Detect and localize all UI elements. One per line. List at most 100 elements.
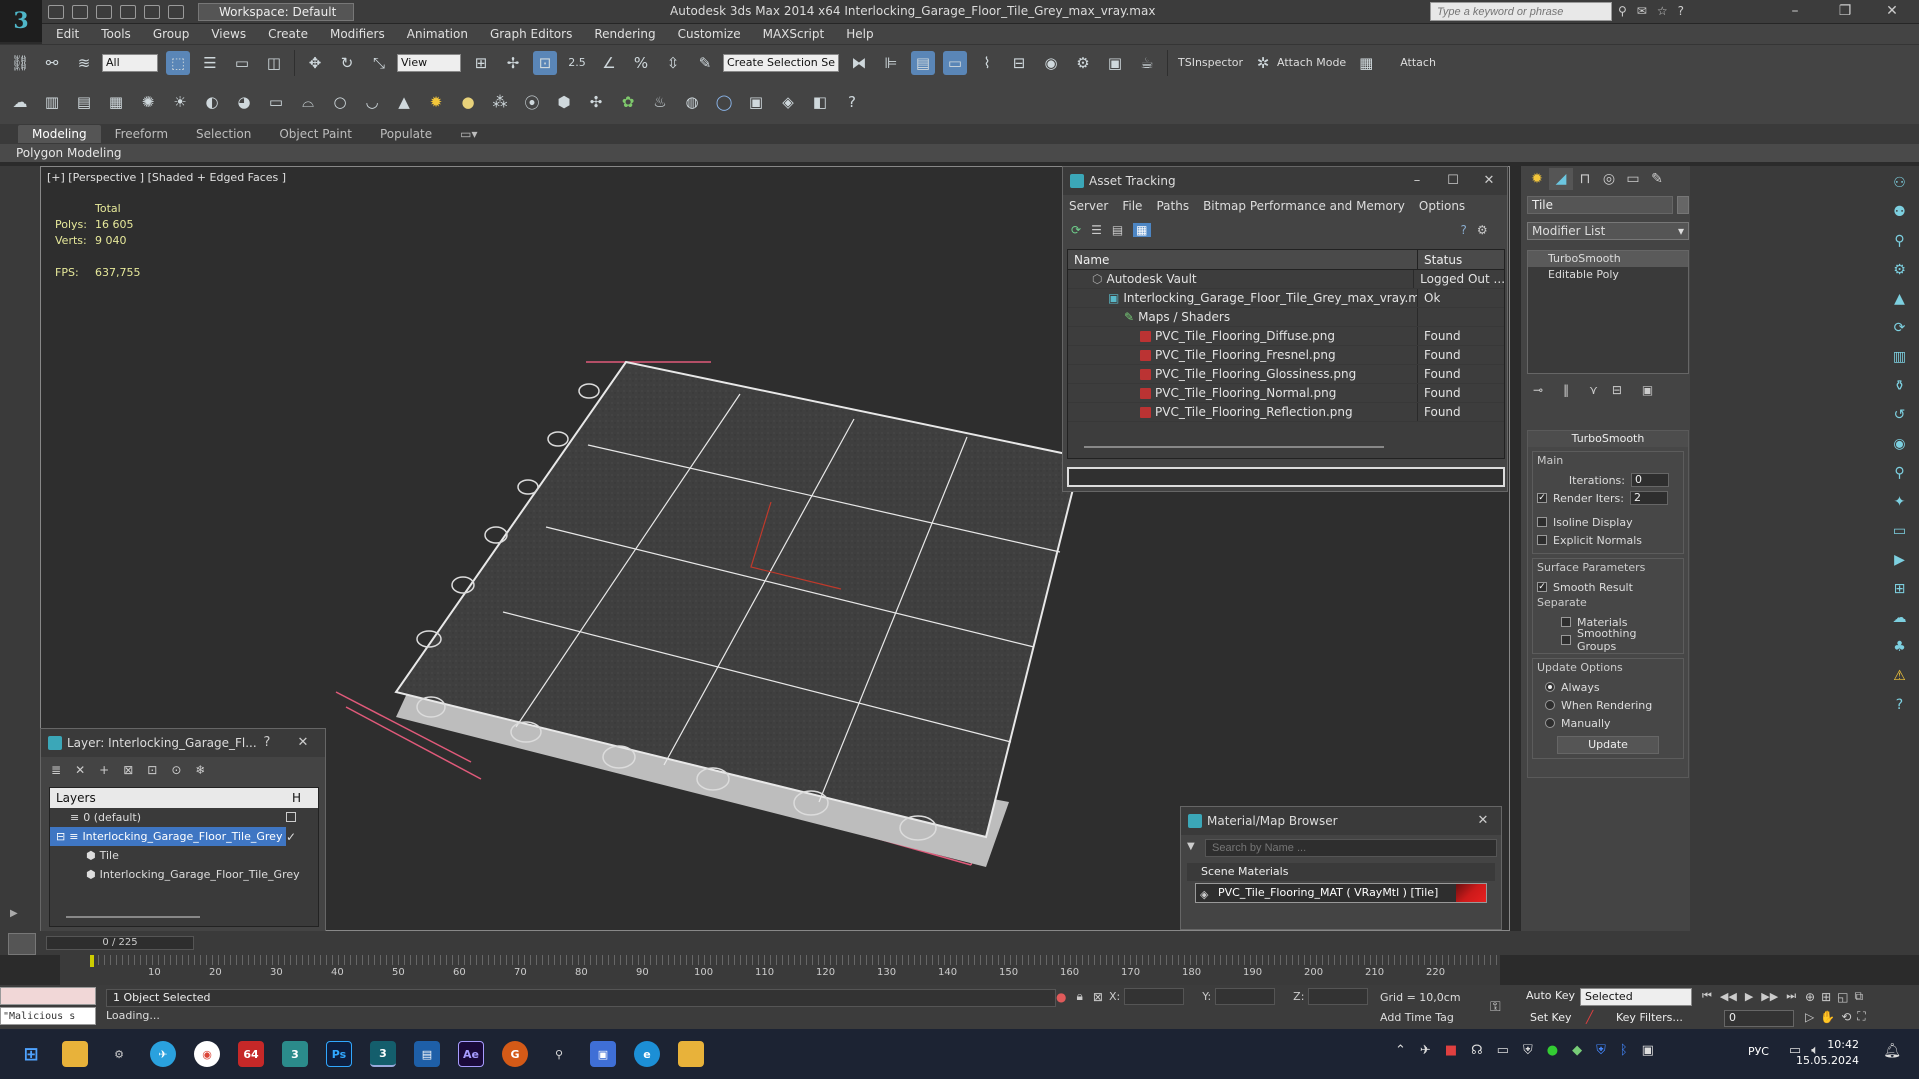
table-row[interactable]: ▣ Interlocking_Garage_Floor_Tile_Grey_max…: [1068, 289, 1504, 308]
sun-icon[interactable]: ✹: [424, 90, 448, 114]
checker-icon[interactable]: ▦: [1354, 51, 1378, 75]
edit-named-sel-icon[interactable]: ✎: [693, 51, 717, 75]
lock-icon[interactable]: 🔒︎: [1076, 989, 1082, 1004]
undo-icon[interactable]: [120, 5, 136, 19]
help-icon[interactable]: ?: [1678, 4, 1684, 18]
explicit-normals-checkbox[interactable]: [1537, 535, 1547, 545]
scene-explorer-icon[interactable]: ▥: [40, 90, 64, 114]
menu-server[interactable]: Server: [1069, 199, 1108, 213]
maxscript-listener-top[interactable]: [0, 987, 96, 1005]
refresh-icon[interactable]: ⟳: [1889, 317, 1911, 339]
menu-views[interactable]: Views: [211, 27, 246, 41]
hair-icon[interactable]: ♨: [648, 90, 672, 114]
gear-icon[interactable]: ⚙: [1889, 259, 1911, 281]
close-icon[interactable]: ✕: [1465, 807, 1501, 835]
redo-icon[interactable]: [144, 5, 160, 19]
plus-box-icon[interactable]: ⊞: [1889, 578, 1911, 600]
play-icon[interactable]: ▶: [1745, 990, 1753, 1003]
pin-stack-icon[interactable]: ⊸: [1533, 383, 1543, 397]
pivot-center-icon[interactable]: ⊞: [469, 51, 493, 75]
table-row[interactable]: PVC_Tile_Flooring_Reflection.png Found: [1068, 403, 1504, 422]
3dsmax-icon[interactable]: 3: [370, 1041, 396, 1067]
security-tray-icon[interactable]: ⛨: [1596, 1043, 1606, 1058]
light-lister-icon[interactable]: ✺: [136, 90, 160, 114]
attach-mode-button[interactable]: Attach Mode: [1277, 56, 1346, 69]
headset-tray-icon[interactable]: ☊: [1471, 1043, 1483, 1058]
expand-arrow-icon[interactable]: ▶: [10, 908, 18, 919]
stack-item-editable-poly[interactable]: Editable Poly: [1528, 267, 1688, 283]
tab-freeform[interactable]: Freeform: [101, 125, 182, 143]
fov-icon[interactable]: ▷: [1805, 1010, 1814, 1024]
tab-populate[interactable]: Populate: [366, 125, 446, 143]
search-app-icon[interactable]: ⚲: [546, 1041, 572, 1067]
teapot-icon[interactable]: ☁: [8, 90, 32, 114]
layer-window-titlebar[interactable]: Layer: Interlocking_Garage_Fl... ? ✕: [41, 729, 325, 757]
align-icon[interactable]: ⊫: [879, 51, 903, 75]
modify-tab-icon[interactable]: ◢: [1549, 168, 1573, 190]
smoothing-groups-checkbox[interactable]: [1561, 635, 1571, 645]
hide-column[interactable]: H: [292, 788, 301, 808]
settings-icon[interactable]: ⚙: [1477, 223, 1488, 237]
polygon-modeling-panel[interactable]: Polygon Modeling: [0, 144, 1919, 162]
minimize-icon[interactable]: –: [1399, 167, 1435, 195]
mirror-icon[interactable]: ⧓: [847, 51, 871, 75]
hide-all-layers-icon[interactable]: ⊙: [171, 763, 181, 777]
vray-mtl-icon[interactable]: ◕: [232, 90, 256, 114]
selection-filter-dropdown[interactable]: All: [102, 53, 158, 72]
key-icon[interactable]: ⚿: [1490, 999, 1501, 1015]
window-crossing-icon[interactable]: ◫: [262, 51, 286, 75]
vray-sphere-icon[interactable]: ◍: [680, 90, 704, 114]
column-status[interactable]: Status: [1418, 250, 1462, 269]
snap-toggle-icon[interactable]: 2.5: [565, 51, 589, 75]
star-icon[interactable]: ☆: [1657, 4, 1668, 18]
proxy-icon[interactable]: ⬢: [552, 90, 576, 114]
menu-options[interactable]: Options: [1419, 199, 1465, 213]
bind-space-warp-icon[interactable]: ≋: [72, 51, 96, 75]
frame-buffer-icon[interactable]: ▣: [744, 90, 768, 114]
angle-snap-icon[interactable]: ∠: [597, 51, 621, 75]
container-icon[interactable]: ▤: [72, 90, 96, 114]
fur-icon[interactable]: ⁂: [488, 90, 512, 114]
named-selection-dropdown[interactable]: Create Selection Se: [723, 53, 839, 72]
dome-icon[interactable]: ⌓: [296, 90, 320, 114]
isoline-checkbox[interactable]: [1537, 517, 1547, 527]
edge-icon[interactable]: e: [634, 1041, 660, 1067]
counter-app-icon[interactable]: 64: [238, 1041, 264, 1067]
select-layer-icon[interactable]: ⊠: [123, 763, 133, 777]
orbit-icon[interactable]: ⟲: [1841, 1010, 1851, 1024]
chrome-icon[interactable]: ◉: [194, 1041, 220, 1067]
layer-row[interactable]: ⬢ Interlocking_Garage_Floor_Tile_Grey: [50, 865, 318, 884]
column-name[interactable]: Name: [1068, 250, 1418, 269]
scale-icon[interactable]: ⤡: [367, 51, 391, 75]
nvidia-tray-icon[interactable]: ◆: [1572, 1043, 1582, 1058]
sphere-light-icon[interactable]: ◐: [200, 90, 224, 114]
curve-editor-icon[interactable]: ⌇: [975, 51, 999, 75]
photoshop-icon[interactable]: Ps: [326, 1041, 352, 1067]
iterations-spinner[interactable]: 0: [1631, 473, 1669, 487]
menu-edit[interactable]: Edit: [56, 27, 79, 41]
group-people-icon[interactable]: ⚉: [1889, 201, 1911, 223]
list-view-icon[interactable]: ☰: [1091, 223, 1102, 237]
zoom-extents-all-icon[interactable]: ⧉: [1854, 989, 1863, 1004]
search-icon[interactable]: ⚲: [1889, 462, 1911, 484]
tab-object-paint[interactable]: Object Paint: [265, 125, 366, 143]
previous-frame-icon[interactable]: ◀◀: [1720, 990, 1737, 1003]
add-to-layer-icon[interactable]: +: [99, 763, 109, 777]
file-explorer-icon[interactable]: [62, 1041, 88, 1067]
maximize-viewport-icon[interactable]: ⛶: [1857, 1009, 1865, 1024]
select-manipulate-icon[interactable]: ✢: [501, 51, 525, 75]
plane-icon[interactable]: ▭: [264, 90, 288, 114]
asset-tracking-titlebar[interactable]: Asset Tracking – ☐ ✕: [1063, 167, 1507, 195]
show-end-result-icon[interactable]: ‖: [1563, 383, 1569, 397]
telegram-icon[interactable]: ✈: [150, 1041, 176, 1067]
menu-animation[interactable]: Animation: [407, 27, 468, 41]
cone-icon[interactable]: ▲: [1889, 288, 1911, 310]
collapse-icon[interactable]: ⊟: [56, 830, 65, 843]
open-file-icon[interactable]: [72, 5, 88, 19]
globe-icon[interactable]: ◉: [1889, 433, 1911, 455]
percent-snap-icon[interactable]: %: [629, 51, 653, 75]
warning-icon[interactable]: ⚠: [1889, 665, 1911, 687]
delete-layer-icon[interactable]: ✕: [75, 763, 85, 777]
rotate-icon[interactable]: ↻: [335, 51, 359, 75]
current-frame-input[interactable]: 0: [1724, 1010, 1794, 1027]
